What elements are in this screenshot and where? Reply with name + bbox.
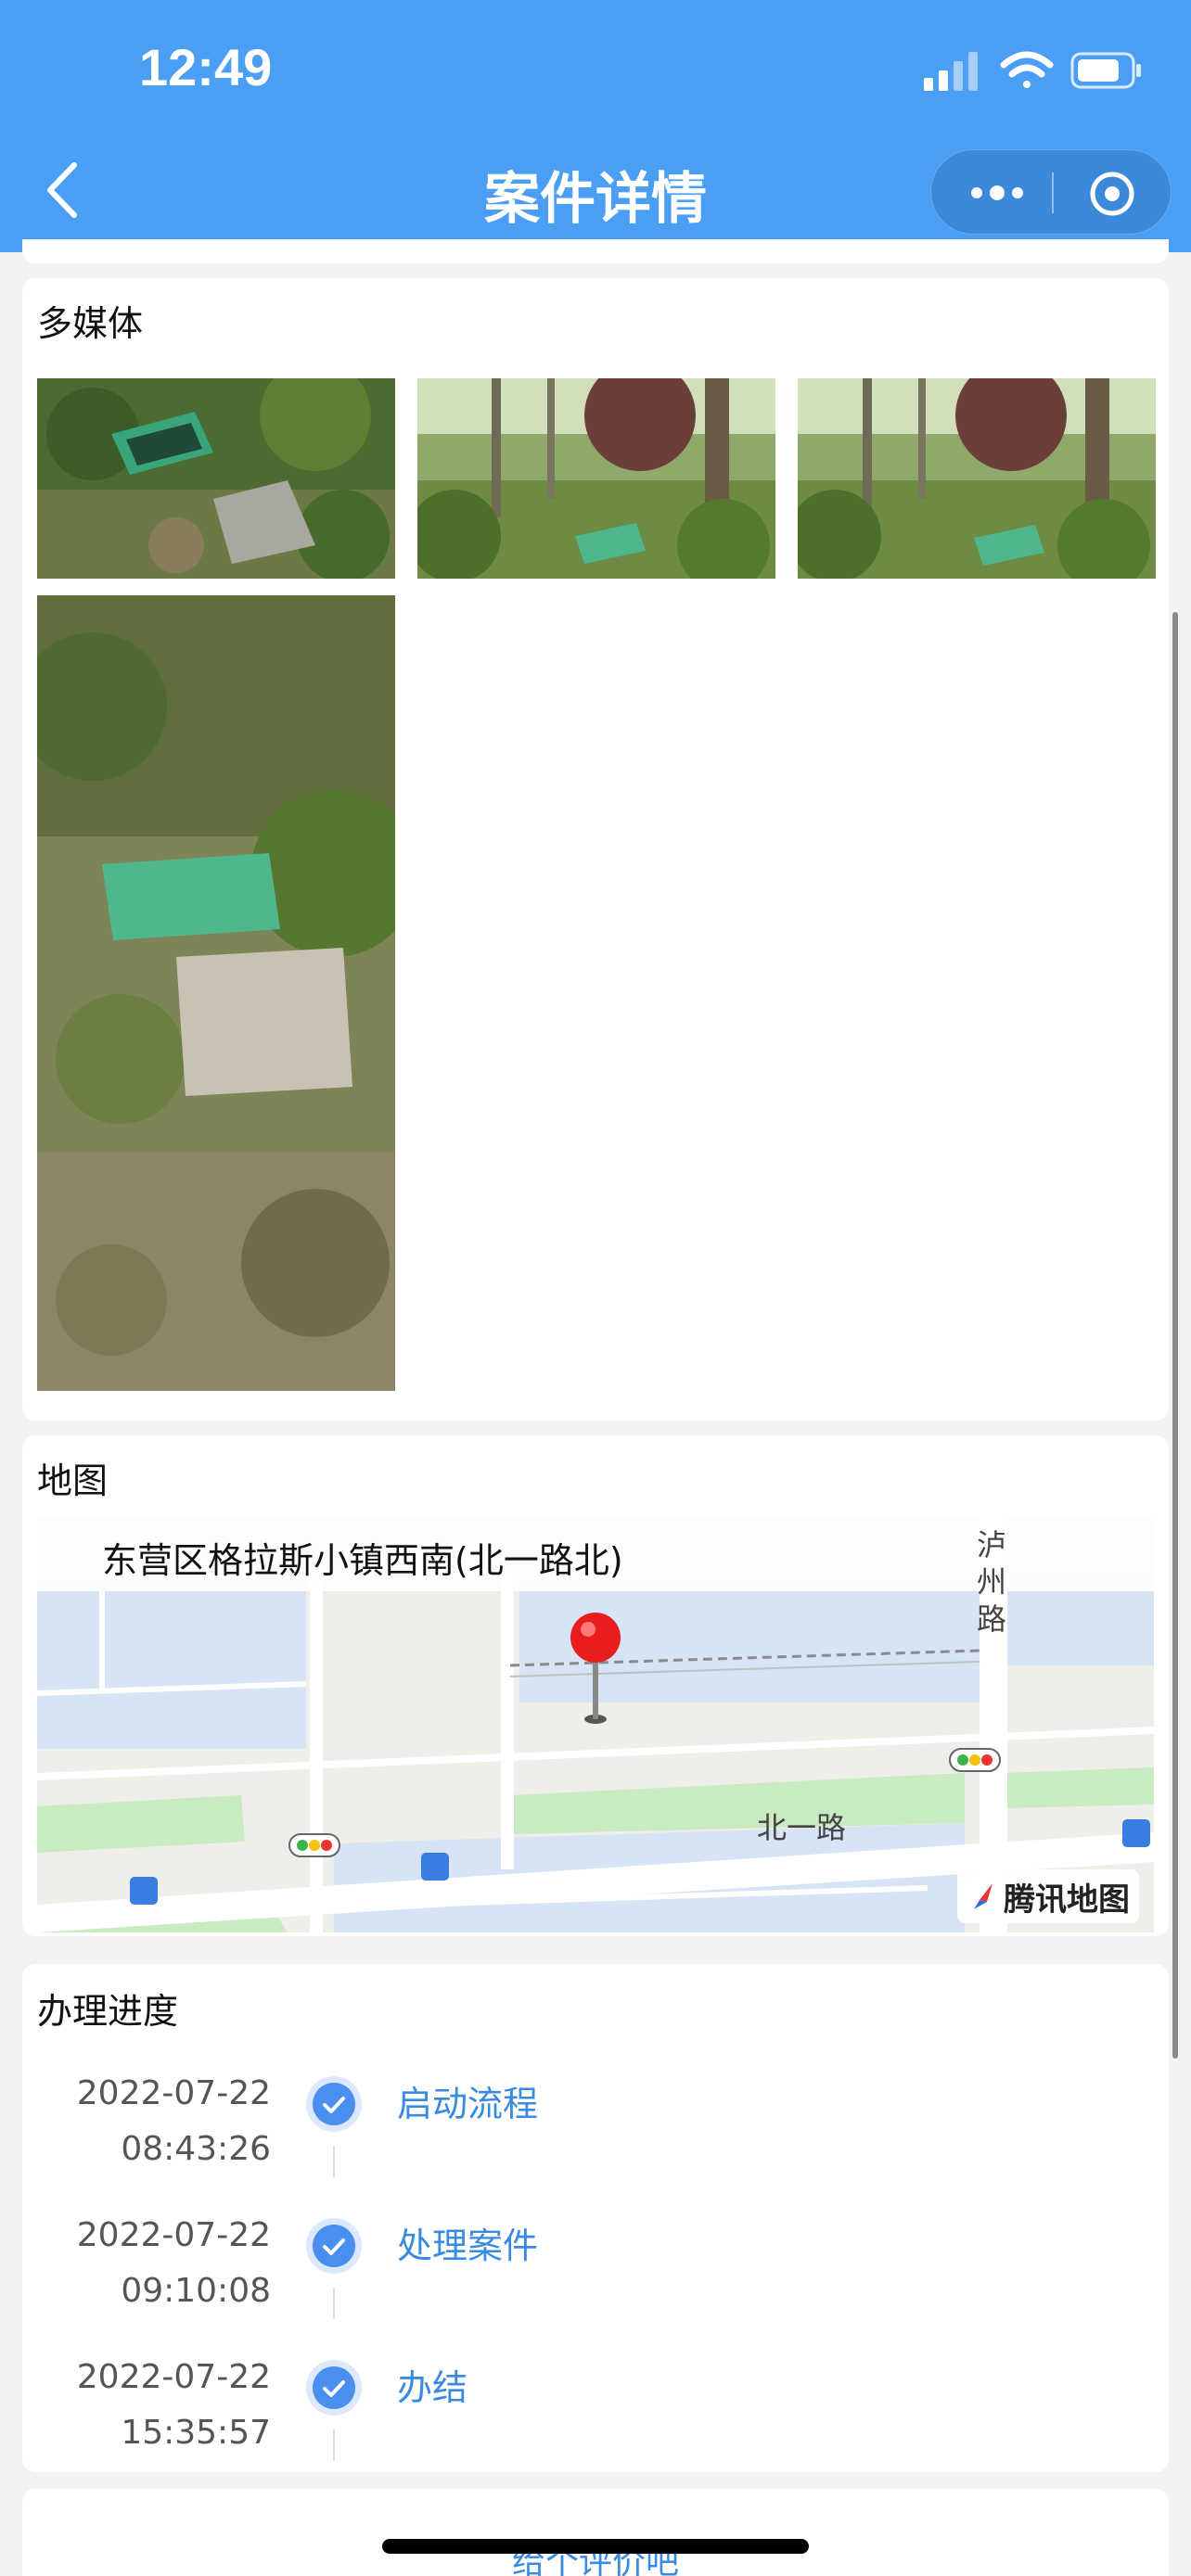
step-label[interactable]: 启动流程: [397, 2075, 538, 2126]
media-card: 多媒体: [22, 278, 1169, 1421]
compass-icon: [963, 1876, 1004, 1917]
bus-stop-icon: [421, 1853, 449, 1881]
progress-step: 2022-07-22 09:10:08 处理案件: [22, 2208, 1169, 2347]
step-datetime: 2022-07-22 08:43:26: [77, 2066, 271, 2177]
step-time: 09:10:08: [121, 2272, 271, 2310]
step-connector: [333, 2288, 335, 2319]
battery-icon: [1070, 52, 1141, 89]
step-label[interactable]: 办结: [397, 2359, 467, 2410]
more-icon[interactable]: [965, 174, 1030, 211]
map-logo-text: 腾讯地图: [1004, 1881, 1130, 1919]
map-view[interactable]: 东营区格拉斯小镇西南(北一路北) 北一路 泸州路 腾讯地图: [37, 1517, 1154, 1932]
map-section-title: 地图: [37, 1460, 109, 1501]
step-time: 15:35:57: [121, 2414, 271, 2452]
progress-section-title: 办理进度: [37, 1991, 179, 2032]
bus-stop-icon: [1122, 1819, 1150, 1847]
bus-stop-icon: [130, 1877, 158, 1905]
map-card: 地图 东营区格拉斯小镇西南(北一路北) 北一路 泸州路 腾讯地图: [22, 1435, 1169, 1936]
media-section-title: 多媒体: [37, 303, 144, 344]
step-date: 2022-07-22: [76, 2358, 271, 2396]
close-target-icon[interactable]: [1087, 169, 1137, 219]
step-time: 08:43:26: [121, 2130, 271, 2168]
step-datetime: 2022-07-22 09:10:08: [77, 2208, 271, 2319]
mini-program-capsule: [930, 149, 1172, 235]
step-label[interactable]: 处理案件: [397, 2217, 538, 2268]
step-connector: [333, 2146, 335, 2177]
wifi-icon: [1000, 51, 1054, 88]
check-circle-icon: [306, 2218, 362, 2274]
progress-step: 2022-07-22 08:43:26 启动流程: [22, 2066, 1169, 2205]
media-photo-3[interactable]: [798, 378, 1156, 579]
home-indicator: [382, 2539, 809, 2554]
map-provider-logo: 腾讯地图: [957, 1869, 1139, 1923]
status-time: 12:49: [139, 38, 273, 96]
progress-step: 2022-07-22 15:35:57 办结: [22, 2350, 1169, 2489]
traffic-light-icon: [288, 1833, 340, 1857]
road-label-luzhou: 泸州路: [976, 1527, 1006, 1637]
signal-icon: [924, 52, 978, 91]
scrollbar[interactable]: [1172, 612, 1178, 2059]
step-datetime: 2022-07-22 15:35:57: [77, 2350, 271, 2461]
previous-card-edge: [22, 239, 1169, 263]
status-icons: [924, 51, 1141, 91]
step-date: 2022-07-22: [76, 2216, 271, 2254]
road-label-north-one: 北一路: [757, 1810, 847, 1845]
media-photo-4[interactable]: [37, 595, 395, 1391]
app-header: 12:49 案件详情: [0, 0, 1191, 252]
media-photo-1[interactable]: [37, 378, 395, 579]
step-connector: [333, 2429, 335, 2461]
step-date: 2022-07-22: [76, 2074, 271, 2112]
map-address: 东营区格拉斯小镇西南(北一路北): [102, 1540, 623, 1581]
media-photo-2[interactable]: [417, 378, 775, 579]
check-circle-icon: [306, 2360, 362, 2416]
check-circle-icon: [306, 2076, 362, 2132]
traffic-light-icon: [949, 1748, 1001, 1772]
progress-card: 办理进度 2022-07-22 08:43:26 启动流程 2022-07-22…: [22, 1964, 1169, 2472]
capsule-divider: [1052, 172, 1054, 213]
rating-card: 给个评价吧: [22, 2489, 1169, 2576]
